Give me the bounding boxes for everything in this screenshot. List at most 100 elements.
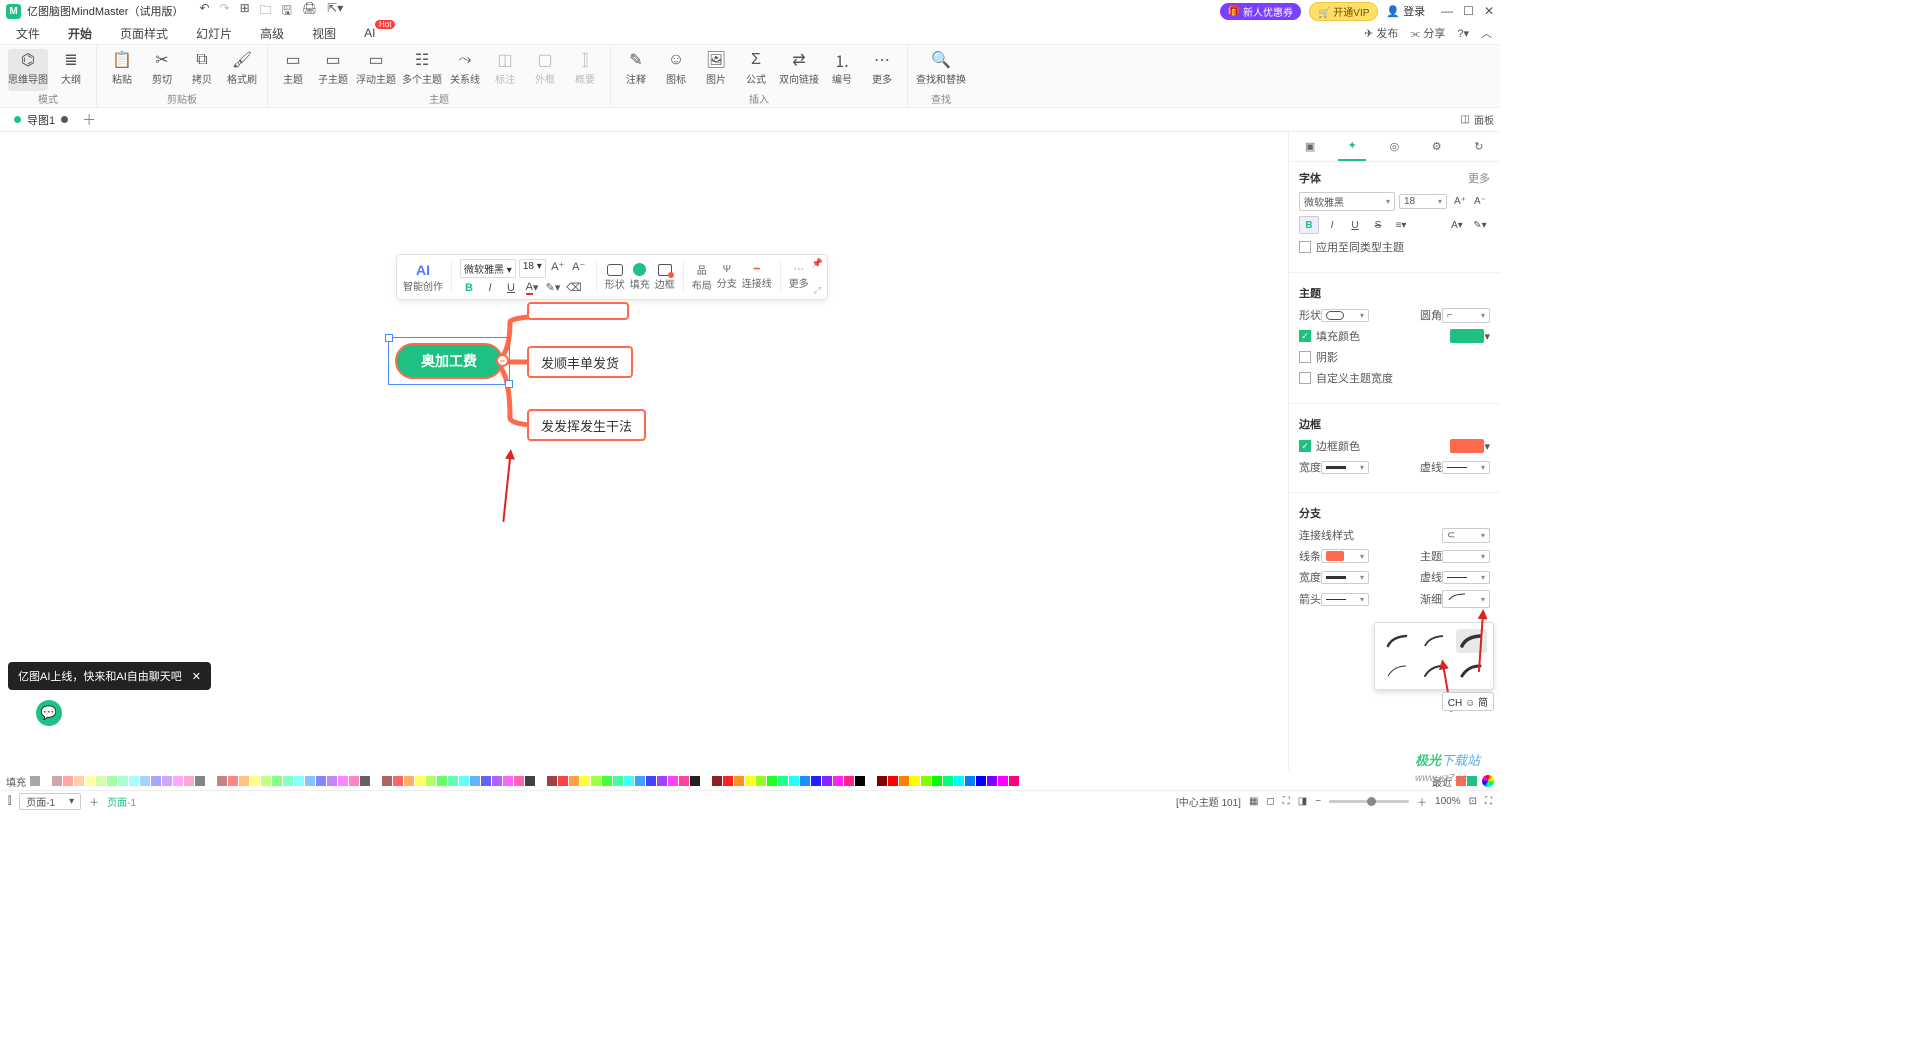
swatch[interactable] [646,776,656,786]
child-topic-3[interactable]: 发发挥发生干法 [527,409,646,441]
swatch[interactable] [602,776,612,786]
toast-close-icon[interactable]: ✕ [192,670,201,683]
swatch[interactable] [657,776,667,786]
cut-button[interactable]: ✂剪切 [145,49,179,91]
swatch[interactable] [910,776,920,786]
swatch[interactable] [547,776,557,786]
fullscreen-icon[interactable]: ⛶ [1485,796,1492,807]
swatch[interactable] [514,776,524,786]
recent-swatch-2[interactable] [1467,776,1477,786]
swatch[interactable] [943,776,953,786]
linecolor-select[interactable]: ▾ [1321,549,1369,563]
add-tab-button[interactable]: ＋ [82,110,96,130]
swatch[interactable] [866,776,876,786]
swatch[interactable] [976,776,986,786]
connstyle-select[interactable]: ⊂▾ [1442,528,1490,543]
view4-icon[interactable]: ◨ [1298,796,1307,807]
swatch[interactable] [701,776,711,786]
swatch[interactable] [118,776,128,786]
publish-button[interactable]: ✈ 发布 [1364,25,1398,41]
undo-icon[interactable]: ↶ [199,1,209,22]
swatch[interactable] [360,776,370,786]
export-icon[interactable]: ⇱▾ [327,1,343,22]
shape-select[interactable]: ▾ [1321,309,1369,322]
save-icon[interactable]: 🖫 [282,1,292,22]
zoom-out-icon[interactable]: − [1315,796,1321,807]
new-icon[interactable]: ⊞ [240,1,250,22]
swatch[interactable] [316,776,326,786]
topic-button[interactable]: ▭主题 [276,49,310,91]
brancharrow-select[interactable]: ▾ [1321,593,1369,606]
collapse-toggle[interactable]: − [496,354,509,367]
swatch[interactable] [195,776,205,786]
tab-home[interactable]: 开始 [68,25,92,42]
swatch[interactable] [151,776,161,786]
page-label[interactable]: 页面-1 [107,794,136,809]
connector-button[interactable]: ━连接线 [742,264,772,290]
number-button[interactable]: ⒈编号 [825,49,859,91]
font-grow-button[interactable]: A⁺ [549,259,567,275]
sp-tab-style[interactable]: ✦ [1338,133,1366,161]
open-icon[interactable]: 🗀 [260,1,272,22]
highlight-sp[interactable]: ✎▾ [1470,216,1490,234]
swatch[interactable] [745,776,755,786]
fill-color-dd[interactable]: ▾ [1484,330,1490,343]
swatch[interactable] [767,776,777,786]
mode-mindmap[interactable]: ⌬思维导图 [8,49,48,91]
center-topic[interactable]: 奥加工费 [395,343,503,379]
branchdash-select[interactable]: ▾ [1442,571,1490,584]
swatch[interactable] [1009,776,1019,786]
note-button[interactable]: ✎注释 [619,49,653,91]
swatch[interactable] [470,776,480,786]
ai-fab-button[interactable]: 💬 [36,700,62,726]
swatch[interactable] [415,776,425,786]
outline-toggle-icon[interactable]: ⫿ [8,796,11,807]
canvas[interactable]: 📌 AI智能创作 微软雅黑 ▾ 18 ▾ A⁺ A⁻ B I U A▾ ✎▾ ⌫ [0,132,1288,770]
close-icon[interactable]: ✕ [1484,4,1494,18]
font-shrink-sp[interactable]: A⁻ [1470,193,1490,211]
login-button[interactable]: 👤 登录 [1386,3,1425,19]
swatch[interactable] [734,776,744,786]
apply-sametype-check[interactable] [1299,241,1311,253]
swatch[interactable] [503,776,513,786]
font-shrink-button[interactable]: A⁻ [570,259,588,275]
shadow-check[interactable] [1299,351,1311,363]
view1-icon[interactable]: ▦ [1249,796,1258,807]
view2-icon[interactable]: ◻ [1266,796,1274,807]
swatch[interactable] [349,776,359,786]
swatch[interactable] [723,776,733,786]
more-float-button[interactable]: ⋯更多 [789,264,809,290]
fill-check[interactable]: ✓ [1299,330,1311,342]
swatch[interactable] [668,776,678,786]
iconset-button[interactable]: ☺图标 [659,49,693,91]
swatch[interactable] [338,776,348,786]
sp-tab-history[interactable]: ↻ [1465,133,1493,161]
zoom-value[interactable]: 100% [1435,796,1461,807]
swatch[interactable] [173,776,183,786]
clear-format-button[interactable]: ⌫ [565,280,583,296]
swatch[interactable] [712,776,722,786]
font-family-select-sp[interactable]: 微软雅黑▾ [1299,192,1395,211]
sp-tab-page[interactable]: ▣ [1296,133,1324,161]
swatch[interactable] [591,776,601,786]
swatch[interactable] [393,776,403,786]
swatch[interactable] [327,776,337,786]
view3-icon[interactable]: ⛶ [1283,796,1290,807]
swatch[interactable] [107,776,117,786]
swatch[interactable] [261,776,271,786]
swatch[interactable] [778,776,788,786]
swatch[interactable] [85,776,95,786]
swatch[interactable] [921,776,931,786]
font-size-select[interactable]: 18 ▾ [519,259,546,278]
customw-check[interactable] [1299,372,1311,384]
page-add-icon[interactable]: ＋ [89,794,99,809]
redo-icon[interactable]: ↷ [220,1,230,22]
corner-select[interactable]: ⌐▾ [1442,308,1490,323]
borderwidth-select[interactable]: ▾ [1321,461,1369,474]
page-select[interactable]: 页面-1▾ [19,793,81,810]
taper-opt-1[interactable] [1381,629,1412,653]
swatch[interactable] [404,776,414,786]
swatch[interactable] [426,776,436,786]
tab-pagestyle[interactable]: 页面样式 [120,25,168,42]
swatch[interactable] [811,776,821,786]
